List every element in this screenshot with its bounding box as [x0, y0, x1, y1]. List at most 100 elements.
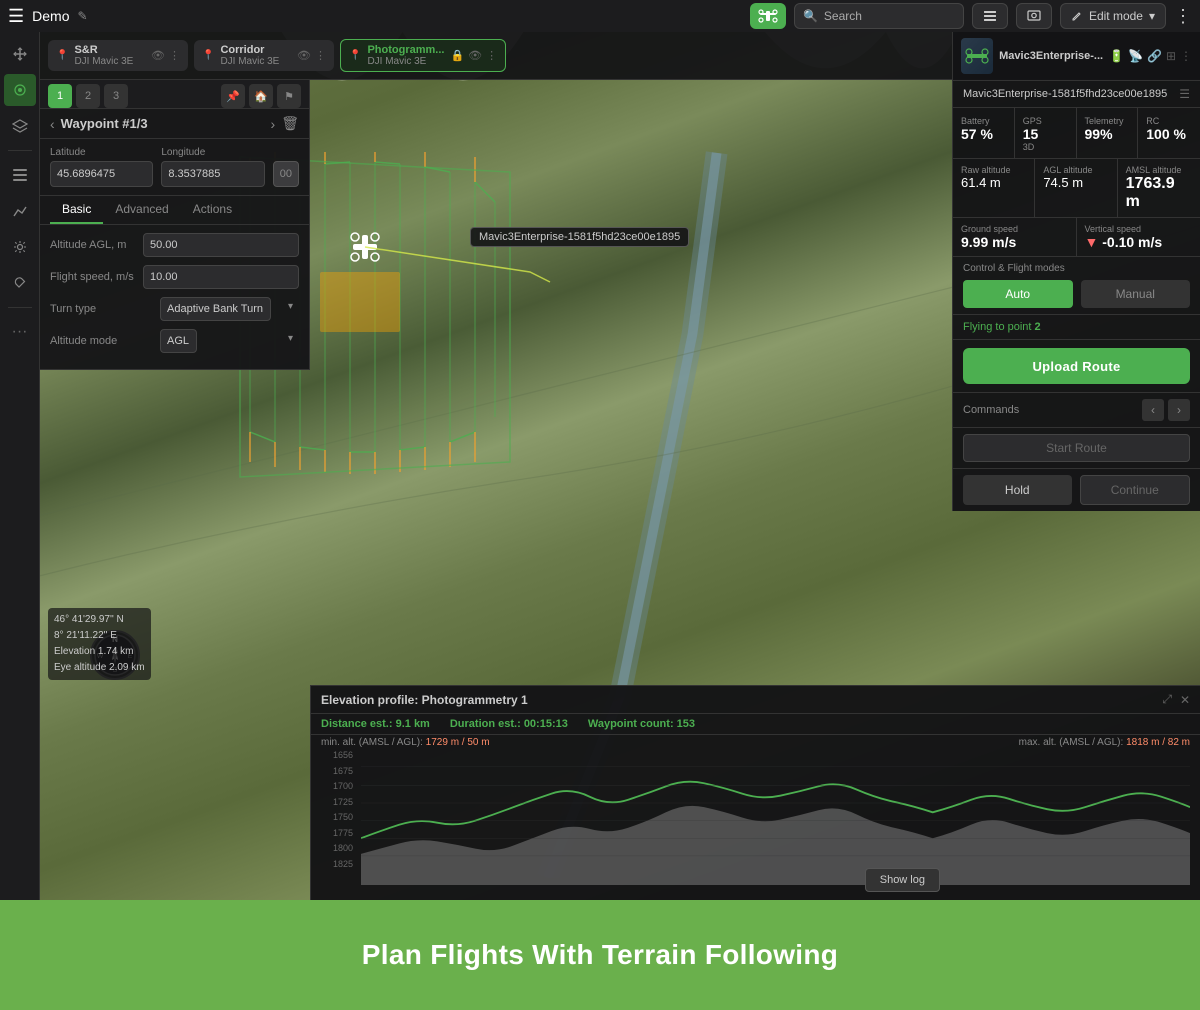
map-area[interactable]: 📍 S&R DJI Mavic 3E 👁⋮ 📍 Corridor DJI Mav…: [40, 32, 1200, 900]
rp-modes-label: Control & Flight modes: [963, 263, 1190, 274]
rp-battery-label: Battery: [961, 116, 1006, 126]
rp-expand-icon[interactable]: ⊞: [1166, 49, 1176, 63]
flight-item-corridor[interactable]: 📍 Corridor DJI Mavic 3E 👁⋮: [194, 40, 334, 71]
upload-route-button[interactable]: Upload Route: [963, 348, 1190, 384]
wp-back-button[interactable]: ‹: [50, 116, 55, 132]
show-log-button[interactable]: Show log: [865, 868, 940, 892]
wp-subtab-basic[interactable]: Basic: [50, 196, 103, 224]
rp-speeds-grid: Ground speed 9.99 m/s Vertical speed ▼ -…: [953, 218, 1200, 257]
longitude-group: Longitude: [161, 147, 264, 187]
rp-drone-item: Mavic3Enterprise-... 🔋 📡 🔗 ⊞ ⋮: [953, 32, 1200, 81]
continue-button[interactable]: Continue: [1080, 475, 1191, 505]
flight-item-photogramm[interactable]: 📍 Photogramm... DJI Mavic 3E 🔒👁⋮: [340, 39, 506, 72]
rp-agl-alt-value: 74.5 m: [1043, 175, 1108, 190]
edit-mode-chevron: ▾: [1149, 9, 1155, 23]
coord-extra-button[interactable]: 00: [273, 161, 299, 187]
altitude-agl-input[interactable]: [143, 233, 299, 257]
rp-battery-icon[interactable]: 🔋: [1109, 49, 1124, 63]
rp-ground-speed-label: Ground speed: [961, 224, 1068, 234]
rp-hold-continue-section: Hold Continue: [953, 469, 1200, 511]
ep-expand-button[interactable]: ⤢: [1162, 692, 1172, 707]
coord-eye-altitude: Eye altitude 2.09 km: [54, 660, 145, 676]
ep-yaxis: 1825 1800 1775 1750 1725 1700 1675 1656: [321, 750, 357, 869]
edit-mode-button[interactable]: Edit mode ▾: [1060, 3, 1166, 29]
wp-tab-1[interactable]: 1: [48, 84, 72, 108]
turn-type-select[interactable]: Adaptive Bank Turn: [160, 297, 271, 321]
search-box[interactable]: 🔍 Search: [794, 3, 964, 29]
hold-button[interactable]: Hold: [963, 475, 1072, 505]
ep-waypoints: Waypoint count: 153: [588, 718, 695, 730]
rp-rc-label: RC: [1146, 116, 1192, 126]
flight-item-sr-drone: DJI Mavic 3E: [74, 56, 145, 67]
wp-tab-home[interactable]: 🏠: [249, 84, 273, 108]
ep-ylabel-1725: 1725: [321, 797, 357, 807]
more-button[interactable]: ⋮: [1174, 6, 1192, 27]
rp-signal-icon[interactable]: 📡: [1128, 49, 1143, 63]
rp-drone-thumbnail: [961, 38, 993, 74]
longitude-input[interactable]: [161, 161, 264, 187]
rp-link-icon[interactable]: 🔗: [1147, 49, 1162, 63]
sidebar-item-wrench[interactable]: [4, 267, 36, 299]
ep-close-button[interactable]: ✕: [1180, 693, 1190, 707]
altitude-mode-label: Altitude mode: [50, 335, 160, 347]
sidebar-item-more[interactable]: ···: [4, 316, 36, 348]
sidebar-item-move[interactable]: [4, 38, 36, 70]
rp-agl-altitude: AGL altitude 74.5 m: [1035, 159, 1117, 217]
altitude-mode-select-wrap: AGL: [160, 329, 299, 353]
ep-max-alt: max. alt. (AMSL / AGL): 1818 m / 82 m: [1019, 737, 1190, 748]
sidebar-item-route[interactable]: [4, 74, 36, 106]
wp-tab-flag[interactable]: ⚑: [277, 84, 301, 108]
wp-tab-3[interactable]: 3: [104, 84, 128, 108]
sidebar-item-list[interactable]: [4, 159, 36, 191]
edit-pencil-icon[interactable]: ✎: [78, 9, 88, 23]
app-name: Demo: [32, 8, 69, 24]
wp-tab-pin[interactable]: 📌: [221, 84, 245, 108]
wp-next-button[interactable]: ›: [271, 116, 276, 132]
wp-tab-2[interactable]: 2: [76, 84, 100, 108]
layers-button[interactable]: [972, 3, 1008, 29]
flight-item-sr[interactable]: 📍 S&R DJI Mavic 3E 👁⋮: [48, 40, 188, 71]
rp-flying-to-prefix: Flying to point: [963, 321, 1035, 333]
rp-gps-sub: 3D: [1023, 142, 1068, 152]
drone-icon-button[interactable]: [750, 3, 786, 29]
rp-more-icon[interactable]: ⋮: [1180, 49, 1192, 63]
rp-vertical-speed: Vertical speed ▼ -0.10 m/s: [1077, 218, 1200, 256]
wp-sub-tabs: Basic Advanced Actions: [40, 196, 309, 225]
rp-amsl-altitude: AMSL altitude 1763.9 m: [1118, 159, 1200, 217]
ep-chart-area: 1825 1800 1775 1750 1725 1700 1675 1656: [321, 750, 1190, 885]
rp-vertical-speed-value: ▼ -0.10 m/s: [1085, 234, 1193, 250]
rp-commands-prev[interactable]: ‹: [1142, 399, 1164, 421]
sidebar-item-chart[interactable]: [4, 195, 36, 227]
start-route-button[interactable]: Start Route: [963, 434, 1190, 462]
screenshot-button[interactable]: [1016, 3, 1052, 29]
rp-commands-row: Commands ‹ ›: [953, 393, 1200, 428]
sidebar-item-layers[interactable]: [4, 110, 36, 142]
latitude-input[interactable]: [50, 161, 153, 187]
rp-manual-button[interactable]: Manual: [1081, 280, 1191, 308]
rp-battery-value: 57 %: [961, 126, 1006, 142]
rp-battery-stat: Battery 57 %: [953, 108, 1015, 158]
longitude-label: Longitude: [161, 147, 264, 158]
rp-device-menu-icon[interactable]: ☰: [1179, 87, 1190, 101]
wp-delete-button[interactable]: 🗑: [281, 115, 299, 132]
menu-icon[interactable]: ☰: [8, 6, 24, 27]
rp-raw-altitude: Raw altitude 61.4 m: [953, 159, 1035, 217]
flight-item-corridor-name: Corridor: [220, 44, 291, 56]
rp-auto-button[interactable]: Auto: [963, 280, 1073, 308]
sidebar-item-settings[interactable]: [4, 231, 36, 263]
wp-subtab-advanced[interactable]: Advanced: [103, 196, 180, 224]
rp-drone-name: Mavic3Enterprise-...: [999, 50, 1103, 62]
ep-title: Elevation profile: Photogrammetry 1: [321, 693, 1154, 707]
coord-elevation: Elevation 1.74 km: [54, 644, 145, 660]
rp-upload-section: Upload Route: [953, 340, 1200, 393]
altitude-agl-row: Altitude AGL, m: [50, 233, 299, 257]
flight-speed-input[interactable]: [143, 265, 299, 289]
altitude-mode-select[interactable]: AGL: [160, 329, 197, 353]
ep-duration: Duration est.: 00:15:13: [450, 718, 568, 730]
coord-lat-lon2: 8° 21'11.22'' E: [54, 628, 145, 644]
wp-subtab-actions[interactable]: Actions: [181, 196, 244, 224]
ep-distance: Distance est.: 9.1 km: [321, 718, 430, 730]
ep-ylabel-1825: 1825: [321, 859, 357, 869]
search-placeholder: Search: [824, 9, 862, 23]
rp-commands-next[interactable]: ›: [1168, 399, 1190, 421]
